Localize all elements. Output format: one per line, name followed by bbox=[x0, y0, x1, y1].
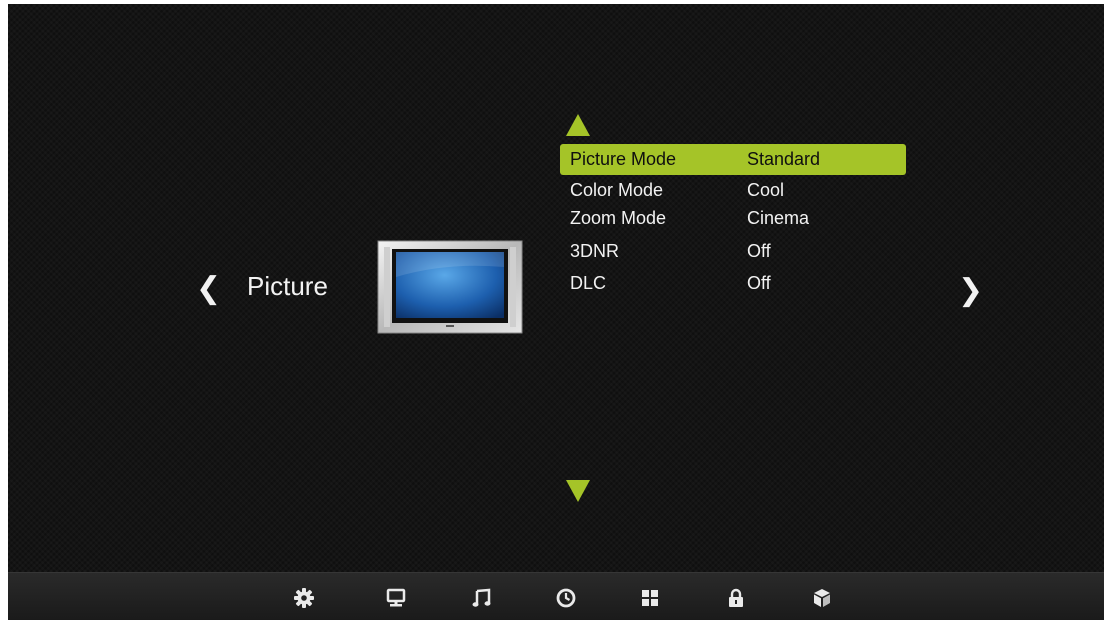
menu-row-zoom-mode[interactable]: Zoom Mode Cinema bbox=[560, 203, 906, 234]
menu-row-3dnr[interactable]: 3DNR Off bbox=[560, 236, 906, 267]
gear-icon[interactable] bbox=[292, 587, 316, 609]
menu-row-label: Picture Mode bbox=[570, 149, 677, 169]
next-category-arrow-icon[interactable]: ❯ bbox=[958, 276, 983, 306]
menu-row-label: DLC bbox=[570, 273, 607, 293]
menu-row-value: Cinema bbox=[747, 208, 810, 228]
previous-category-arrow-icon[interactable]: ❮ bbox=[196, 274, 221, 304]
menu-row-value: Off bbox=[747, 241, 771, 261]
menu-row-label: 3DNR bbox=[570, 241, 620, 261]
grid-icon[interactable] bbox=[638, 587, 662, 609]
tv-osd-screen: ❮ Picture Picture Mode Standard Color Mo… bbox=[8, 4, 1104, 620]
bottom-taskbar bbox=[8, 572, 1104, 620]
scroll-up-arrow-icon[interactable] bbox=[566, 114, 590, 136]
menu-row-picture-mode[interactable]: Picture Mode Standard bbox=[560, 144, 906, 175]
cube-icon[interactable] bbox=[810, 587, 834, 609]
tv-icon bbox=[376, 237, 524, 337]
menu-row-value: Off bbox=[747, 273, 771, 293]
lock-icon[interactable] bbox=[724, 587, 748, 609]
category-label: Picture bbox=[247, 271, 328, 301]
menu-row-label: Color Mode bbox=[570, 180, 664, 200]
menu-row-label: Zoom Mode bbox=[570, 208, 667, 228]
menu-row-value: Cool bbox=[747, 180, 785, 200]
monitor-icon[interactable] bbox=[384, 587, 408, 609]
scroll-down-arrow-icon[interactable] bbox=[566, 480, 590, 502]
clock-icon[interactable] bbox=[554, 587, 578, 609]
menu-row-dlc[interactable]: DLC Off bbox=[560, 268, 906, 299]
menu-row-color-mode[interactable]: Color Mode Cool bbox=[560, 175, 906, 206]
menu-row-value: Standard bbox=[747, 149, 821, 169]
music-note-icon[interactable] bbox=[470, 587, 494, 609]
